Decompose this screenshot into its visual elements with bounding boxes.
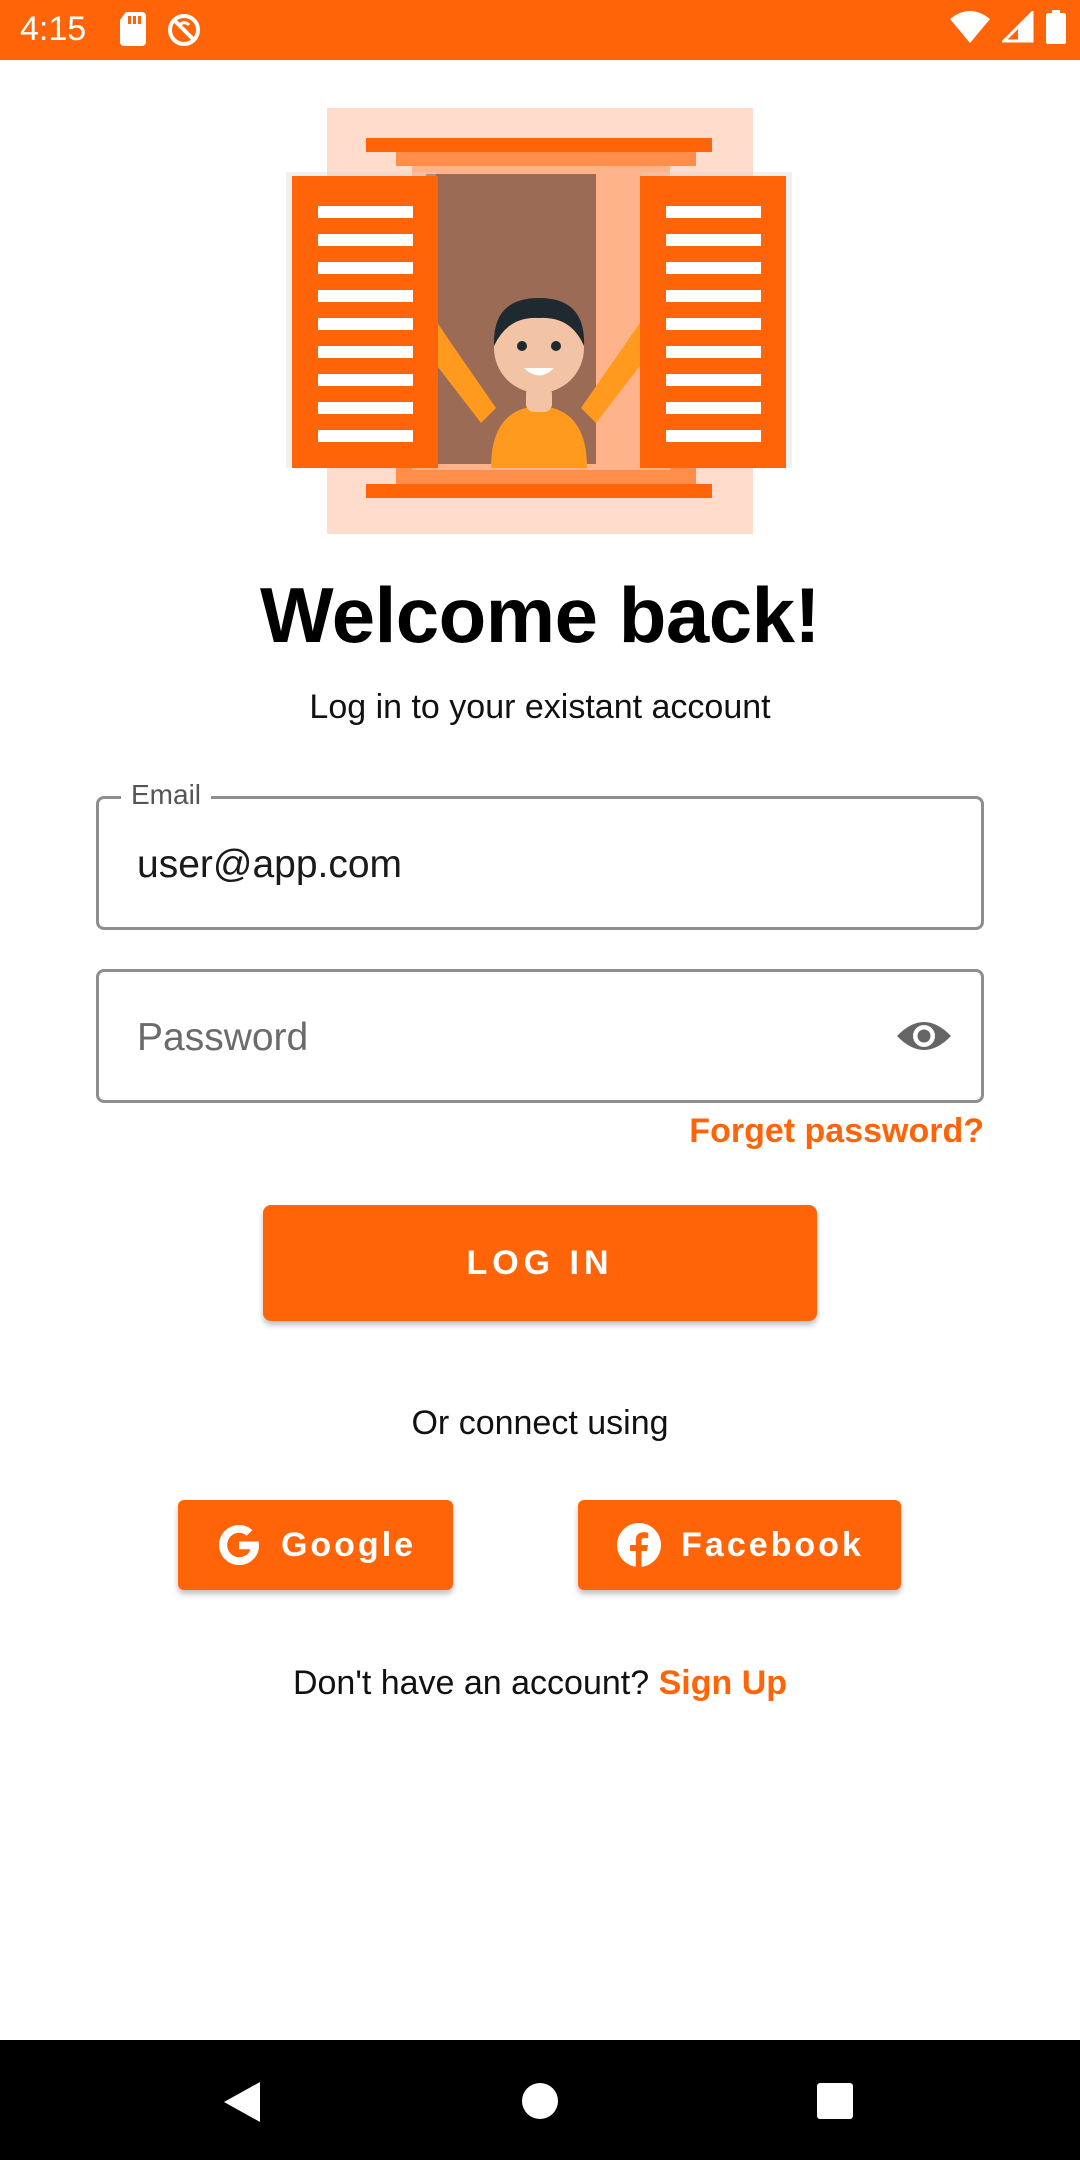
email-field[interactable]: Email user@app.com <box>96 779 984 930</box>
cell-signal-icon <box>1002 11 1034 43</box>
recent-apps-icon[interactable] <box>816 2082 854 2120</box>
window-person-illustration <box>286 108 792 534</box>
facebook-button[interactable]: Facebook <box>578 1500 901 1590</box>
battery-icon <box>1046 10 1066 44</box>
email-label: Email <box>121 779 212 811</box>
password-placeholder[interactable]: Password <box>137 1016 308 1060</box>
home-icon[interactable] <box>521 2082 559 2120</box>
login-button[interactable]: LOG IN <box>263 1205 817 1321</box>
signup-link[interactable]: Sign Up <box>659 1664 787 1702</box>
or-connect-label: Or connect using <box>411 1404 669 1442</box>
forgot-password-link[interactable]: Forget password? <box>689 1112 984 1151</box>
eye-icon[interactable] <box>895 1016 953 1056</box>
page-subtitle: Log in to your existant account <box>309 688 771 726</box>
back-icon[interactable] <box>222 2080 262 2124</box>
wifi-icon <box>950 11 990 43</box>
status-bar: 4:15 <box>0 0 1080 60</box>
status-time: 4:15 <box>20 10 87 48</box>
facebook-label: Facebook <box>681 1525 864 1564</box>
google-button[interactable]: Google <box>178 1500 453 1590</box>
signup-row: Don't have an account? Sign Up <box>0 1664 1080 1703</box>
sync-disabled-icon <box>168 14 200 46</box>
system-nav-bar <box>0 2040 1080 2160</box>
google-icon <box>218 1525 259 1565</box>
status-left-icons <box>120 12 202 48</box>
sd-card-icon <box>120 12 146 46</box>
email-value[interactable]: user@app.com <box>137 843 402 887</box>
password-field[interactable]: Password <box>96 969 984 1103</box>
status-right-icons <box>950 10 1066 44</box>
google-label: Google <box>280 1525 417 1564</box>
signup-prompt: Don't have an account? <box>292 1664 650 1702</box>
page-title: Welcome back! <box>260 571 820 659</box>
facebook-icon <box>617 1523 662 1567</box>
